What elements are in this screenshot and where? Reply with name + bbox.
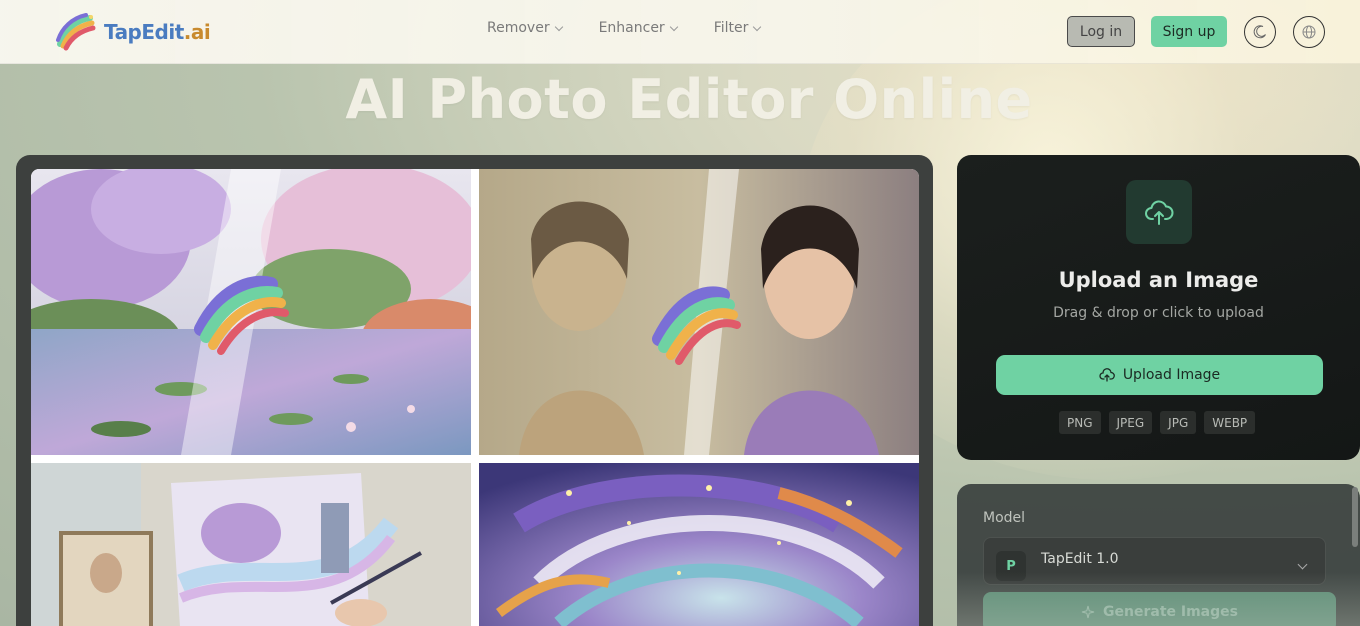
- logo-text: TapEdit.ai: [104, 20, 211, 44]
- chevron-down-icon: [554, 22, 563, 31]
- nav-enhancer-label: Enhancer: [598, 20, 665, 36]
- cloud-upload-icon: [1145, 200, 1174, 225]
- chevron-down-icon: [753, 22, 762, 31]
- model-selected-value: TapEdit 1.0: [1041, 551, 1119, 567]
- gallery-tile-artist[interactable]: [31, 463, 471, 626]
- nav-filter[interactable]: Filter: [713, 20, 762, 36]
- upload-image-button-label: Upload Image: [1122, 367, 1221, 383]
- nav-filter-label: Filter: [713, 20, 749, 36]
- main-nav: Remover Enhancer Filter: [487, 20, 762, 36]
- example-gallery: [31, 169, 919, 626]
- gallery-tile-portrait[interactable]: [479, 169, 919, 455]
- moon-icon: [1253, 25, 1266, 39]
- format-badge: JPEG: [1108, 411, 1153, 434]
- model-panel-scrollbar[interactable]: [1352, 487, 1358, 547]
- nav-remover[interactable]: Remover: [487, 20, 563, 36]
- gallery-tile-galaxy[interactable]: [479, 463, 919, 626]
- nav-remover-label: Remover: [487, 20, 550, 36]
- supported-formats: PNG JPEG JPG WEBP: [1059, 411, 1256, 434]
- top-navbar: TapEdit.ai Remover Enhancer Filter Log i…: [0, 0, 1360, 64]
- signup-button[interactable]: Sign up: [1151, 16, 1227, 47]
- model-avatar: P: [996, 551, 1026, 581]
- upload-image-button[interactable]: Upload Image: [996, 355, 1323, 395]
- theme-toggle-button[interactable]: [1244, 16, 1276, 48]
- logo[interactable]: TapEdit.ai: [54, 10, 211, 54]
- generate-images-label: Generate Images: [1103, 604, 1238, 620]
- upload-subtitle: Drag & drop or click to upload: [1053, 305, 1264, 321]
- model-select[interactable]: [983, 537, 1326, 585]
- model-label: Model: [983, 510, 1026, 526]
- upload-icon-box[interactable]: [1126, 180, 1192, 244]
- sparkle-icon: [1081, 605, 1095, 619]
- login-button[interactable]: Log in: [1067, 16, 1135, 47]
- format-badge: JPG: [1160, 411, 1197, 434]
- format-badge: WEBP: [1204, 411, 1256, 434]
- upload-icon: [1099, 368, 1115, 382]
- language-button[interactable]: [1293, 16, 1325, 48]
- upload-title: Upload an Image: [1058, 268, 1259, 292]
- format-badge: PNG: [1059, 411, 1101, 434]
- globe-icon: [1302, 25, 1316, 39]
- generate-images-button[interactable]: Generate Images: [983, 592, 1336, 626]
- page-title: AI Photo Editor Online: [345, 68, 1033, 131]
- logo-brush-icon: [56, 13, 96, 51]
- nav-enhancer[interactable]: Enhancer: [598, 20, 678, 36]
- chevron-down-icon: [669, 22, 678, 31]
- gallery-tile-garden[interactable]: [31, 169, 471, 455]
